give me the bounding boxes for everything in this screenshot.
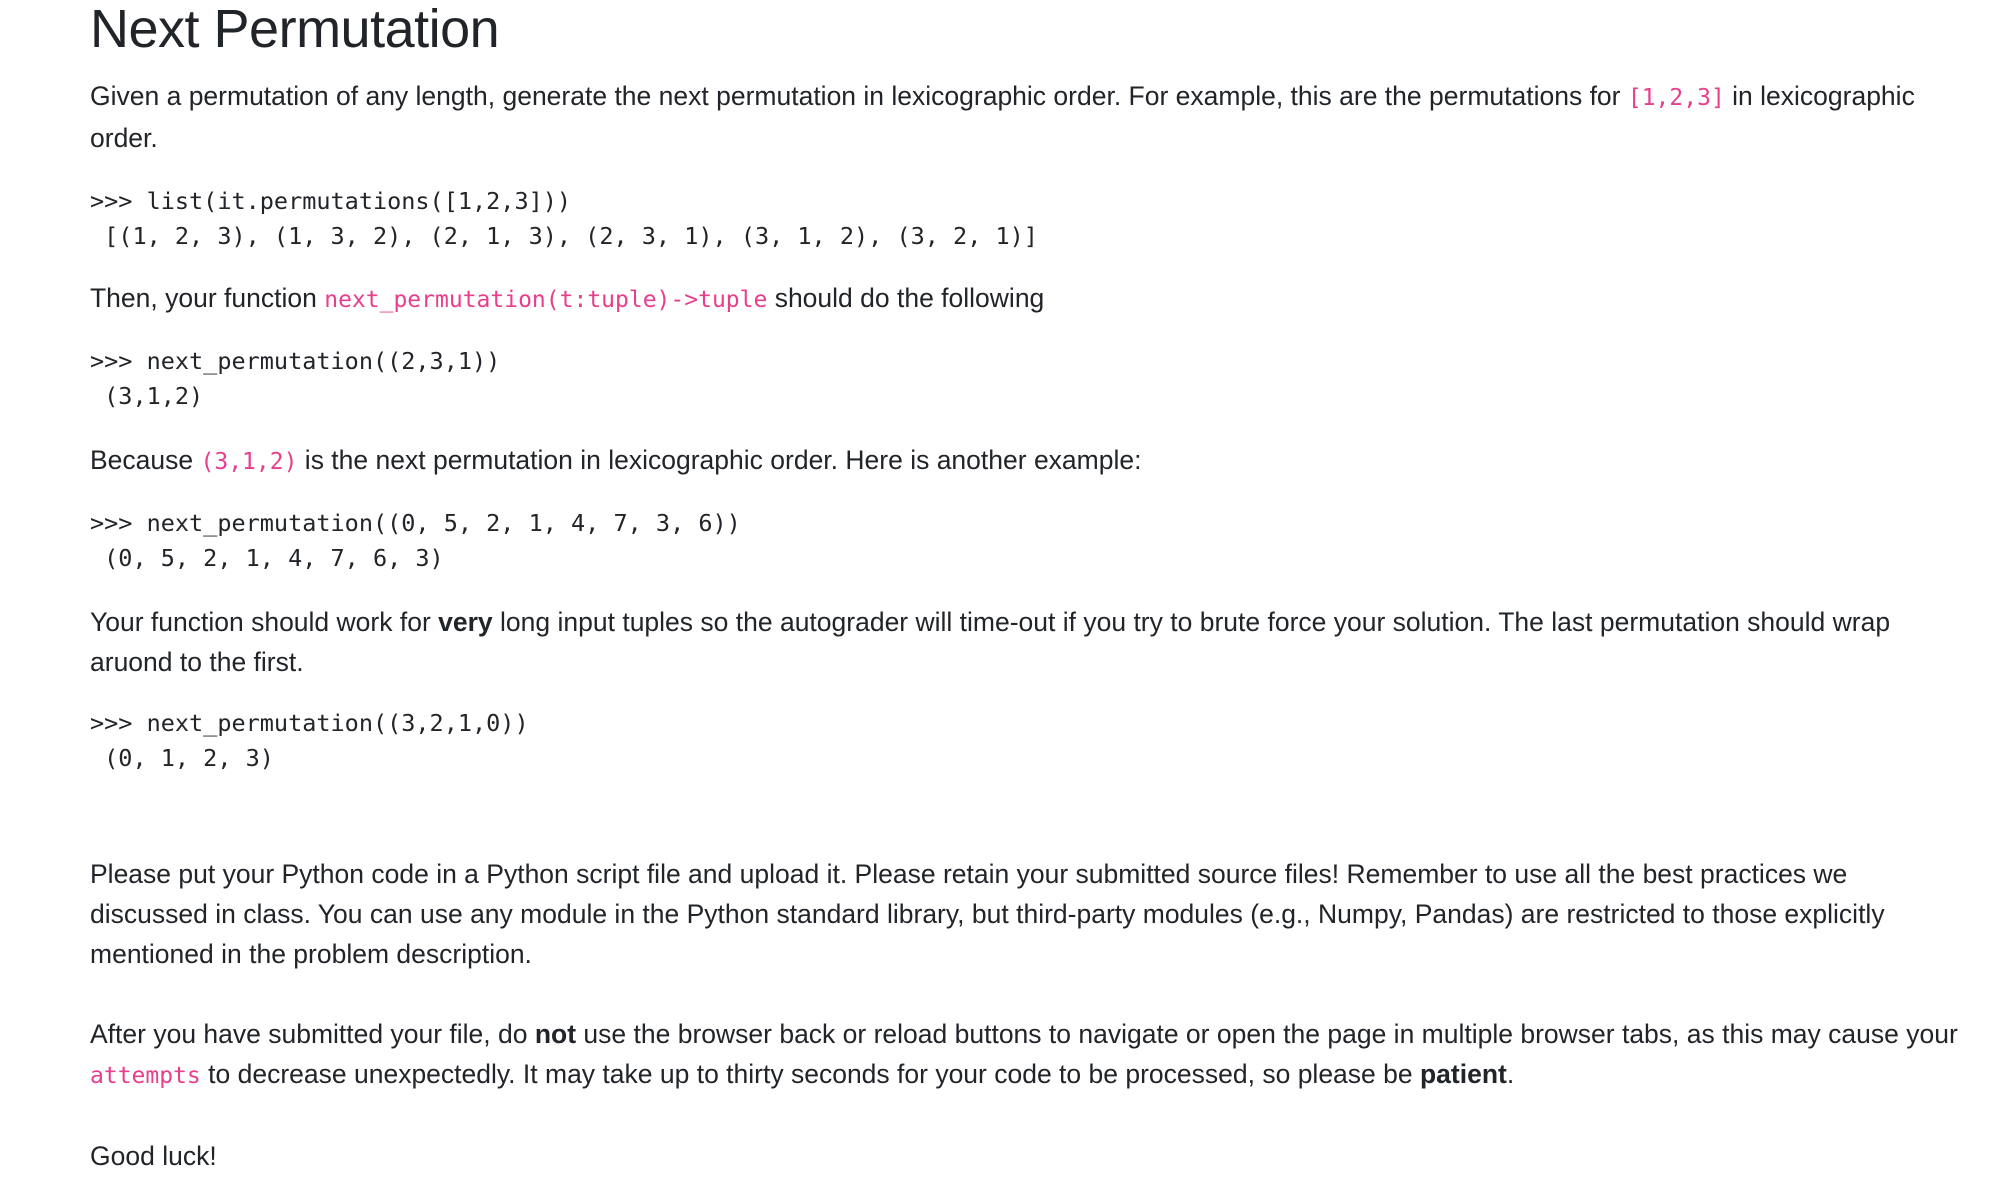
intro-inline-code: [1,2,3] — [1627, 85, 1725, 111]
code-prompt-line: >>> next_permutation((3,2,1,0)) — [90, 709, 529, 737]
page-title: Next Permutation — [90, 0, 500, 59]
code-output-line: (3,1,2) — [90, 382, 204, 410]
because-text-after: is the next permutation in lexicographic… — [297, 445, 1142, 475]
code-block-example-3: >>> next_permutation((0, 5, 2, 1, 4, 7, … — [90, 506, 1970, 576]
closing-message: Good luck! — [90, 1141, 217, 1171]
submit-text-middle: use the browser back or reload buttons t… — [576, 1019, 1958, 1049]
code-prompt-line: >>> next_permutation((2,3,1)) — [90, 347, 501, 375]
code-output-line: (0, 5, 2, 1, 4, 7, 6, 3) — [90, 544, 444, 572]
because-text-before: Because — [90, 445, 201, 475]
upload-instructions: Please put your Python code in a Python … — [90, 859, 1885, 969]
intro-paragraph: Given a permutation of any length, gener… — [90, 76, 1970, 158]
long-input-paragraph: Your function should work for very long … — [90, 602, 1970, 682]
attempts-inline-code: attempts — [90, 1063, 201, 1089]
not-bold-text: not — [534, 1019, 577, 1049]
submit-warning: After you have submitted your file, do n… — [90, 1014, 1970, 1096]
problem-page: Next Permutation Given a permutation of … — [90, 0, 1970, 1176]
long-text-before: Your function should work for — [90, 607, 439, 637]
patient-bold-text: patient — [1420, 1059, 1507, 1089]
code-output-line: (0, 1, 2, 3) — [90, 744, 274, 772]
because-inline-code: (3,1,2) — [200, 449, 298, 475]
very-bold-text: very — [438, 607, 493, 637]
then-paragraph: Then, your function next_permutation(t:t… — [90, 278, 1970, 320]
code-output-line: [(1, 2, 3), (1, 3, 2), (2, 1, 3), (2, 3,… — [90, 222, 1038, 250]
submit-text-end: . — [1506, 1059, 1515, 1089]
code-block-example-2: >>> next_permutation((2,3,1)) (3,1,2) — [90, 344, 1970, 414]
code-prompt-line: >>> list(it.permutations([1,2,3])) — [90, 187, 572, 215]
intro-text-before: Given a permutation of any length, gener… — [90, 81, 1628, 111]
submit-text-before: After you have submitted your file, do — [90, 1019, 535, 1049]
submit-text-after: to decrease unexpectedly. It may take up… — [200, 1059, 1420, 1089]
code-block-permutations: >>> list(it.permutations([1,2,3])) [(1, … — [90, 184, 1970, 254]
then-text-after: should do the following — [767, 283, 1045, 313]
then-text-before: Then, your function — [90, 283, 325, 313]
code-prompt-line: >>> next_permutation((0, 5, 2, 1, 4, 7, … — [90, 509, 741, 537]
because-paragraph: Because (3,1,2) is the next permutation … — [90, 440, 1970, 482]
function-signature-code: next_permutation(t:tuple)->tuple — [324, 287, 768, 313]
code-block-example-4: >>> next_permutation((3,2,1,0)) (0, 1, 2… — [90, 706, 1970, 776]
